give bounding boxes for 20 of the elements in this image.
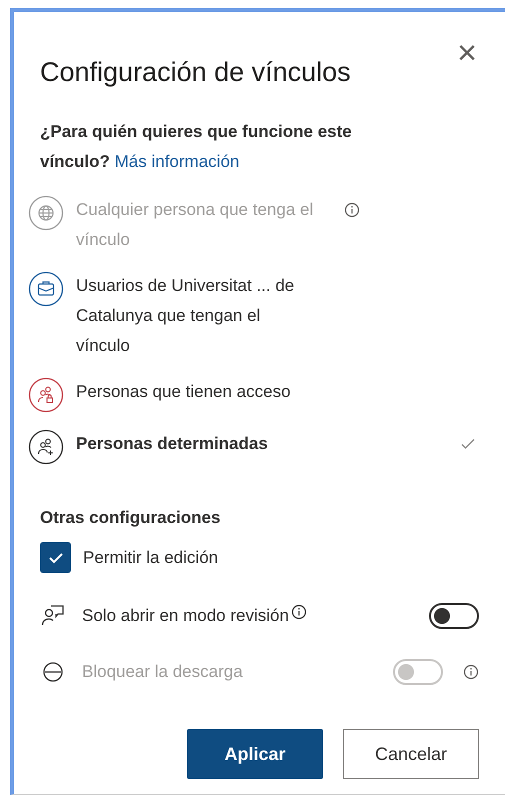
audience-question: ¿Para quién quieres que funcione este vínculo? Más información [40, 120, 353, 172]
dialog-title: Configuración de vínculos [40, 56, 351, 89]
setting-label: Bloquear la descarga [82, 661, 243, 684]
setting-label: Solo abrir en modo revisión [82, 605, 289, 628]
checkbox-label: Permitir la edición [83, 546, 218, 569]
audience-option[interactable]: Usuarios de Universitat ... de Catalunya que tengan el vínculo [28, 270, 479, 360]
toggle-switch[interactable] [429, 603, 479, 629]
option-label: Personas determinadas [76, 432, 269, 454]
more-info-link[interactable]: Más información [114, 152, 240, 170]
option-label: Cualquier persona que tenga el vínculo [76, 198, 314, 250]
audience-option[interactable]: Personas que tienen acceso [28, 376, 479, 412]
close-button[interactable]: × [457, 36, 477, 70]
cancel-button[interactable]: Cancelar [343, 729, 479, 779]
option-label: Usuarios de Universitat ... de Catalunya que tengan el vínculo [76, 274, 296, 356]
apply-button[interactable]: Aplicar [187, 729, 323, 779]
info-icon[interactable] [290, 604, 307, 620]
section-heading: Otras configuraciones [40, 506, 222, 529]
option-label: Personas que tienen acceso [76, 380, 292, 402]
checkbox[interactable] [40, 542, 71, 573]
audience-option[interactable]: Personas determinadas [28, 428, 479, 464]
